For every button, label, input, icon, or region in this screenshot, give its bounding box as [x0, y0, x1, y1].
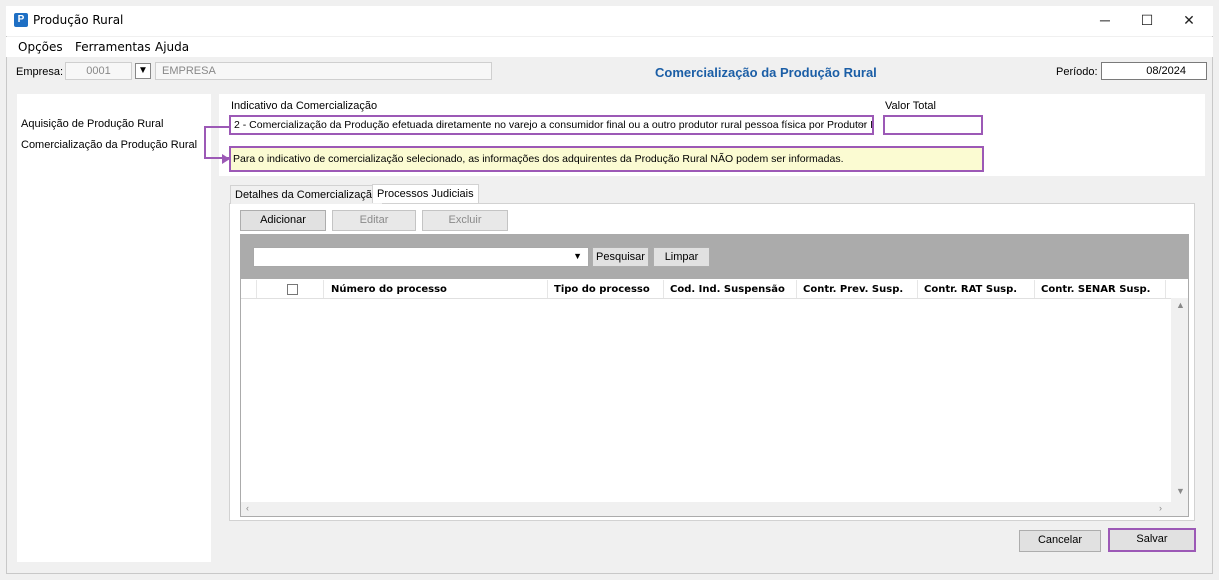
- menu-ajuda[interactable]: Ajuda: [155, 40, 189, 54]
- indicativo-selected-value: 2 - Comercialização da Produção efetuada…: [234, 119, 874, 131]
- tab-processos-judiciais[interactable]: Processos Judiciais: [372, 184, 479, 203]
- form-title: Comercialização da Produção Rural: [655, 65, 877, 80]
- column-header-tipo[interactable]: Tipo do processo: [554, 284, 650, 295]
- column-separator: [917, 280, 918, 298]
- filter-combo[interactable]: ▼: [253, 247, 589, 267]
- chevron-down-icon[interactable]: ⌵: [858, 118, 866, 129]
- company-dropdown-icon[interactable]: ▼: [135, 63, 151, 79]
- app-logo-icon: P: [14, 13, 28, 27]
- horizontal-scrollbar[interactable]: ‹ ›: [241, 502, 1171, 516]
- scroll-right-icon[interactable]: ›: [1159, 503, 1162, 513]
- combo-arrow-icon[interactable]: ▼: [573, 251, 582, 261]
- indicativo-label: Indicativo da Comercialização: [231, 100, 378, 112]
- select-all-checkbox[interactable]: [287, 284, 298, 295]
- column-header-rat[interactable]: Contr. RAT Susp.: [924, 284, 1017, 295]
- delete-button[interactable]: Excluir: [422, 210, 508, 231]
- search-button[interactable]: Pesquisar: [592, 247, 649, 267]
- company-code-field[interactable]: 0001: [65, 62, 132, 80]
- clear-button[interactable]: Limpar: [653, 247, 710, 267]
- column-separator: [323, 280, 324, 298]
- column-header-cod-ind[interactable]: Cod. Ind. Suspensão: [670, 284, 785, 295]
- period-label: Período:: [1056, 66, 1098, 78]
- column-separator: [796, 280, 797, 298]
- sidebar-item-aquisicao[interactable]: Aquisição de Produção Rural: [21, 118, 163, 130]
- sidebar-item-comercializacao[interactable]: Comercialização da Produção Rural: [21, 139, 197, 151]
- column-header-numero[interactable]: Número do processo: [331, 284, 447, 295]
- scroll-down-icon[interactable]: ▼: [1176, 486, 1185, 496]
- sidebar: [17, 94, 211, 562]
- menu-opcoes[interactable]: Opções: [18, 40, 63, 54]
- maximize-button[interactable]: ☐: [1127, 8, 1167, 32]
- scroll-left-icon[interactable]: ‹: [246, 503, 249, 513]
- tab-detalhes[interactable]: Detalhes da Comercialização: [230, 185, 384, 204]
- column-separator: [663, 280, 664, 298]
- column-separator: [1034, 280, 1035, 298]
- column-header-prev[interactable]: Contr. Prev. Susp.: [803, 284, 903, 295]
- company-name-field: EMPRESA: [155, 62, 492, 80]
- cancel-button[interactable]: Cancelar: [1019, 530, 1101, 552]
- column-header-senar[interactable]: Contr. SENAR Susp.: [1041, 284, 1150, 295]
- period-field[interactable]: 08/2024: [1101, 62, 1207, 80]
- indicativo-select[interactable]: 2 - Comercialização da Produção efetuada…: [229, 115, 874, 135]
- minimize-button[interactable]: ─: [1085, 8, 1125, 32]
- edit-button[interactable]: Editar: [332, 210, 416, 231]
- column-separator: [1165, 280, 1166, 298]
- close-button[interactable]: ✕: [1169, 8, 1209, 32]
- column-separator: [256, 280, 257, 298]
- valor-total-label: Valor Total: [885, 100, 936, 112]
- scrollbar-corner: [1171, 502, 1188, 516]
- vertical-scrollbar[interactable]: ▲ ▼: [1171, 298, 1188, 502]
- warning-message: Para o indicativo de comercialização sel…: [229, 146, 984, 172]
- scroll-up-icon[interactable]: ▲: [1176, 300, 1185, 310]
- menu-ferramentas[interactable]: Ferramentas: [75, 40, 151, 54]
- data-grid[interactable]: [241, 279, 1188, 516]
- annotation-arrow-icon: [222, 154, 230, 164]
- window-title: Produção Rural: [33, 13, 124, 27]
- title-bar: [6, 6, 1213, 36]
- company-label: Empresa:: [16, 66, 64, 78]
- valor-total-field[interactable]: [883, 115, 983, 135]
- add-button[interactable]: Adicionar: [240, 210, 326, 231]
- save-button[interactable]: Salvar: [1108, 528, 1196, 552]
- column-separator: [547, 280, 548, 298]
